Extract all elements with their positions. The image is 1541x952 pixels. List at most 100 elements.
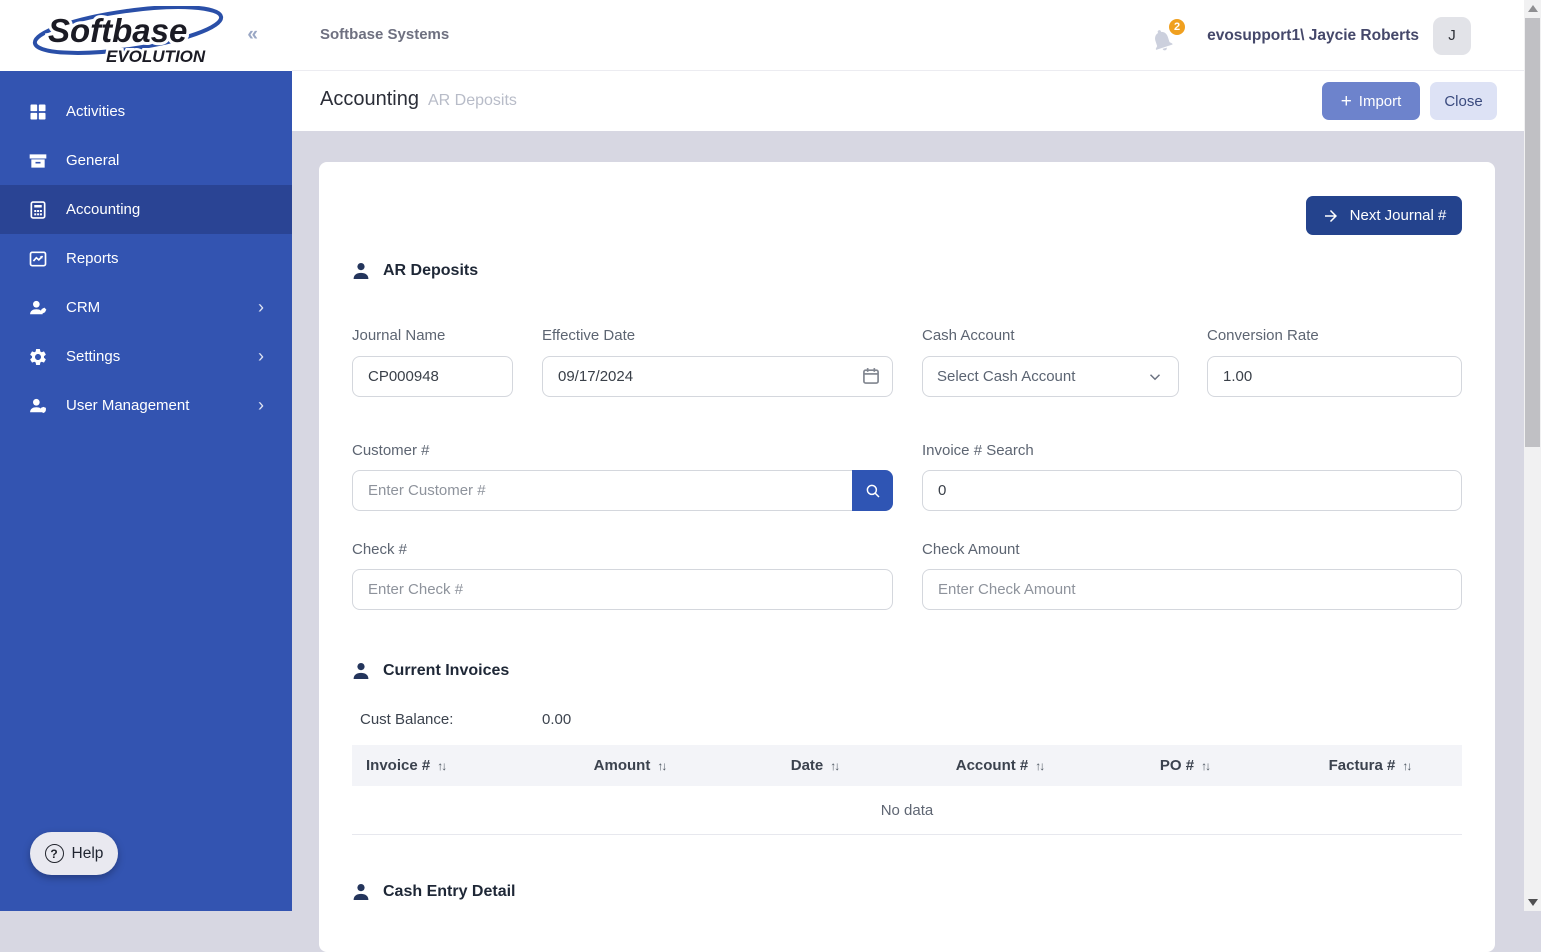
check-amount-label: Check Amount [922, 541, 1020, 558]
person-icon [352, 883, 370, 901]
grid-icon [28, 102, 48, 122]
close-button[interactable]: Close [1430, 82, 1497, 120]
sort-icon: ↑↓ [1201, 759, 1209, 773]
scrollbar-thumb[interactable] [1525, 18, 1540, 447]
company-name: Softbase Systems [320, 26, 449, 43]
breadcrumb-subtitle: AR Deposits [428, 92, 517, 110]
column-label: Account # [956, 757, 1029, 774]
avatar[interactable]: J [1433, 17, 1471, 55]
svg-text:Softbase: Softbase [48, 12, 187, 49]
notifications-button[interactable]: 2 [1149, 19, 1183, 53]
sidebar-item-label: Reports [66, 250, 119, 267]
ar-deposits-card: Next Journal # AR Deposits Journal Name … [319, 162, 1495, 952]
column-label: Amount [594, 757, 651, 774]
sidebar-nav: Activities General Accounting [0, 71, 292, 430]
column-label: Date [791, 757, 824, 774]
person-icon [352, 262, 370, 280]
column-header-date[interactable]: Date ↑↓ [722, 757, 907, 774]
column-header-po[interactable]: PO # ↑↓ [1092, 757, 1277, 774]
gear-icon [28, 347, 48, 367]
next-journal-label: Next Journal # [1350, 207, 1447, 224]
column-header-account[interactable]: Account # ↑↓ [907, 757, 1092, 774]
customer-balance-row: Cust Balance: 0.00 [360, 711, 571, 728]
search-icon [864, 482, 882, 500]
sidebar-item-general[interactable]: General [0, 136, 292, 185]
topbar: Softbase Systems 2 evosupport1\ Jaycie R… [292, 0, 1541, 71]
sidebar: Softbase EVOLUTION « Activities General [0, 0, 292, 911]
calculator-icon [28, 200, 48, 220]
check-number-input[interactable] [352, 569, 893, 610]
help-button-label: Help [72, 845, 104, 863]
check-amount-input[interactable] [922, 569, 1462, 610]
sidebar-item-label: CRM [66, 299, 100, 316]
sidebar-item-label: Activities [66, 103, 125, 120]
page-title: Accounting [320, 88, 419, 111]
chevron-right-icon: › [258, 346, 264, 367]
journal-name-label: Journal Name [352, 327, 445, 344]
column-label: Factura # [1329, 757, 1396, 774]
users-icon [28, 298, 48, 318]
close-button-label: Close [1444, 93, 1482, 110]
calendar-icon[interactable] [861, 366, 881, 386]
customer-number-input[interactable] [352, 470, 893, 511]
cash-entry-section-header: Cash Entry Detail [352, 883, 515, 901]
journal-name-input[interactable] [352, 356, 513, 397]
current-invoices-section-header: Current Invoices [352, 662, 509, 680]
sidebar-item-reports[interactable]: Reports [0, 234, 292, 283]
page-header: Accounting AR Deposits + Import Close [292, 71, 1541, 131]
section-title: Cash Entry Detail [383, 883, 515, 901]
arrow-right-icon [1322, 207, 1340, 225]
column-header-invoice[interactable]: Invoice # ↑↓ [352, 757, 537, 774]
content-area: Next Journal # AR Deposits Journal Name … [292, 131, 1541, 911]
sidebar-item-activities[interactable]: Activities [0, 87, 292, 136]
svg-text:EVOLUTION: EVOLUTION [106, 47, 206, 66]
archive-icon [28, 151, 48, 171]
chevron-right-icon: › [258, 395, 264, 416]
sidebar-item-user-management[interactable]: User Management › [0, 381, 292, 430]
sort-icon: ↑↓ [1035, 759, 1043, 773]
chevron-right-icon: › [258, 297, 264, 318]
user-shield-icon [28, 396, 48, 416]
import-button[interactable]: + Import [1322, 82, 1420, 120]
cash-account-select[interactable]: Select Cash Account [922, 356, 1179, 397]
help-button[interactable]: ? Help [30, 832, 118, 875]
sidebar-item-label: General [66, 152, 119, 169]
notification-badge: 2 [1167, 17, 1187, 37]
sort-icon: ↑↓ [1402, 759, 1410, 773]
sidebar-item-settings[interactable]: Settings › [0, 332, 292, 381]
scrollbar-down-arrow-icon[interactable] [1528, 899, 1538, 906]
effective-date-input[interactable] [542, 356, 893, 397]
invoices-table-header: Invoice # ↑↓ Amount ↑↓ Date ↑↓ Account #… [352, 745, 1462, 786]
softbase-logo: Softbase EVOLUTION [26, 6, 231, 66]
chart-line-icon [28, 249, 48, 269]
sidebar-item-label: User Management [66, 397, 189, 414]
section-title: AR Deposits [383, 262, 478, 280]
sort-icon: ↑↓ [830, 759, 838, 773]
customer-search-button[interactable] [852, 470, 893, 511]
check-number-label: Check # [352, 541, 407, 558]
sort-icon: ↑↓ [437, 759, 445, 773]
column-header-factura[interactable]: Factura # ↑↓ [1277, 757, 1462, 774]
plus-icon: + [1341, 92, 1352, 111]
sidebar-item-accounting[interactable]: Accounting [0, 185, 292, 234]
vertical-scrollbar[interactable] [1524, 0, 1541, 911]
import-button-label: Import [1359, 93, 1402, 110]
table-empty-state: No data [352, 786, 1462, 835]
conversion-rate-input[interactable] [1207, 356, 1462, 397]
conversion-rate-label: Conversion Rate [1207, 327, 1319, 344]
cash-account-label: Cash Account [922, 327, 1015, 344]
sidebar-item-label: Settings [66, 348, 120, 365]
invoice-search-input[interactable] [922, 470, 1462, 511]
invoice-search-label: Invoice # Search [922, 442, 1034, 459]
ar-deposits-section-header: AR Deposits [352, 262, 478, 280]
sidebar-collapse-icon[interactable]: « [247, 24, 256, 46]
sidebar-item-crm[interactable]: CRM › [0, 283, 292, 332]
scrollbar-up-arrow-icon[interactable] [1528, 5, 1538, 12]
person-icon [352, 662, 370, 680]
sort-icon: ↑↓ [657, 759, 665, 773]
cust-balance-value: 0.00 [542, 711, 571, 728]
next-journal-button[interactable]: Next Journal # [1306, 196, 1462, 235]
username: evosupport1\ Jaycie Roberts [1207, 27, 1419, 45]
question-circle-icon: ? [45, 844, 64, 863]
column-header-amount[interactable]: Amount ↑↓ [537, 757, 722, 774]
